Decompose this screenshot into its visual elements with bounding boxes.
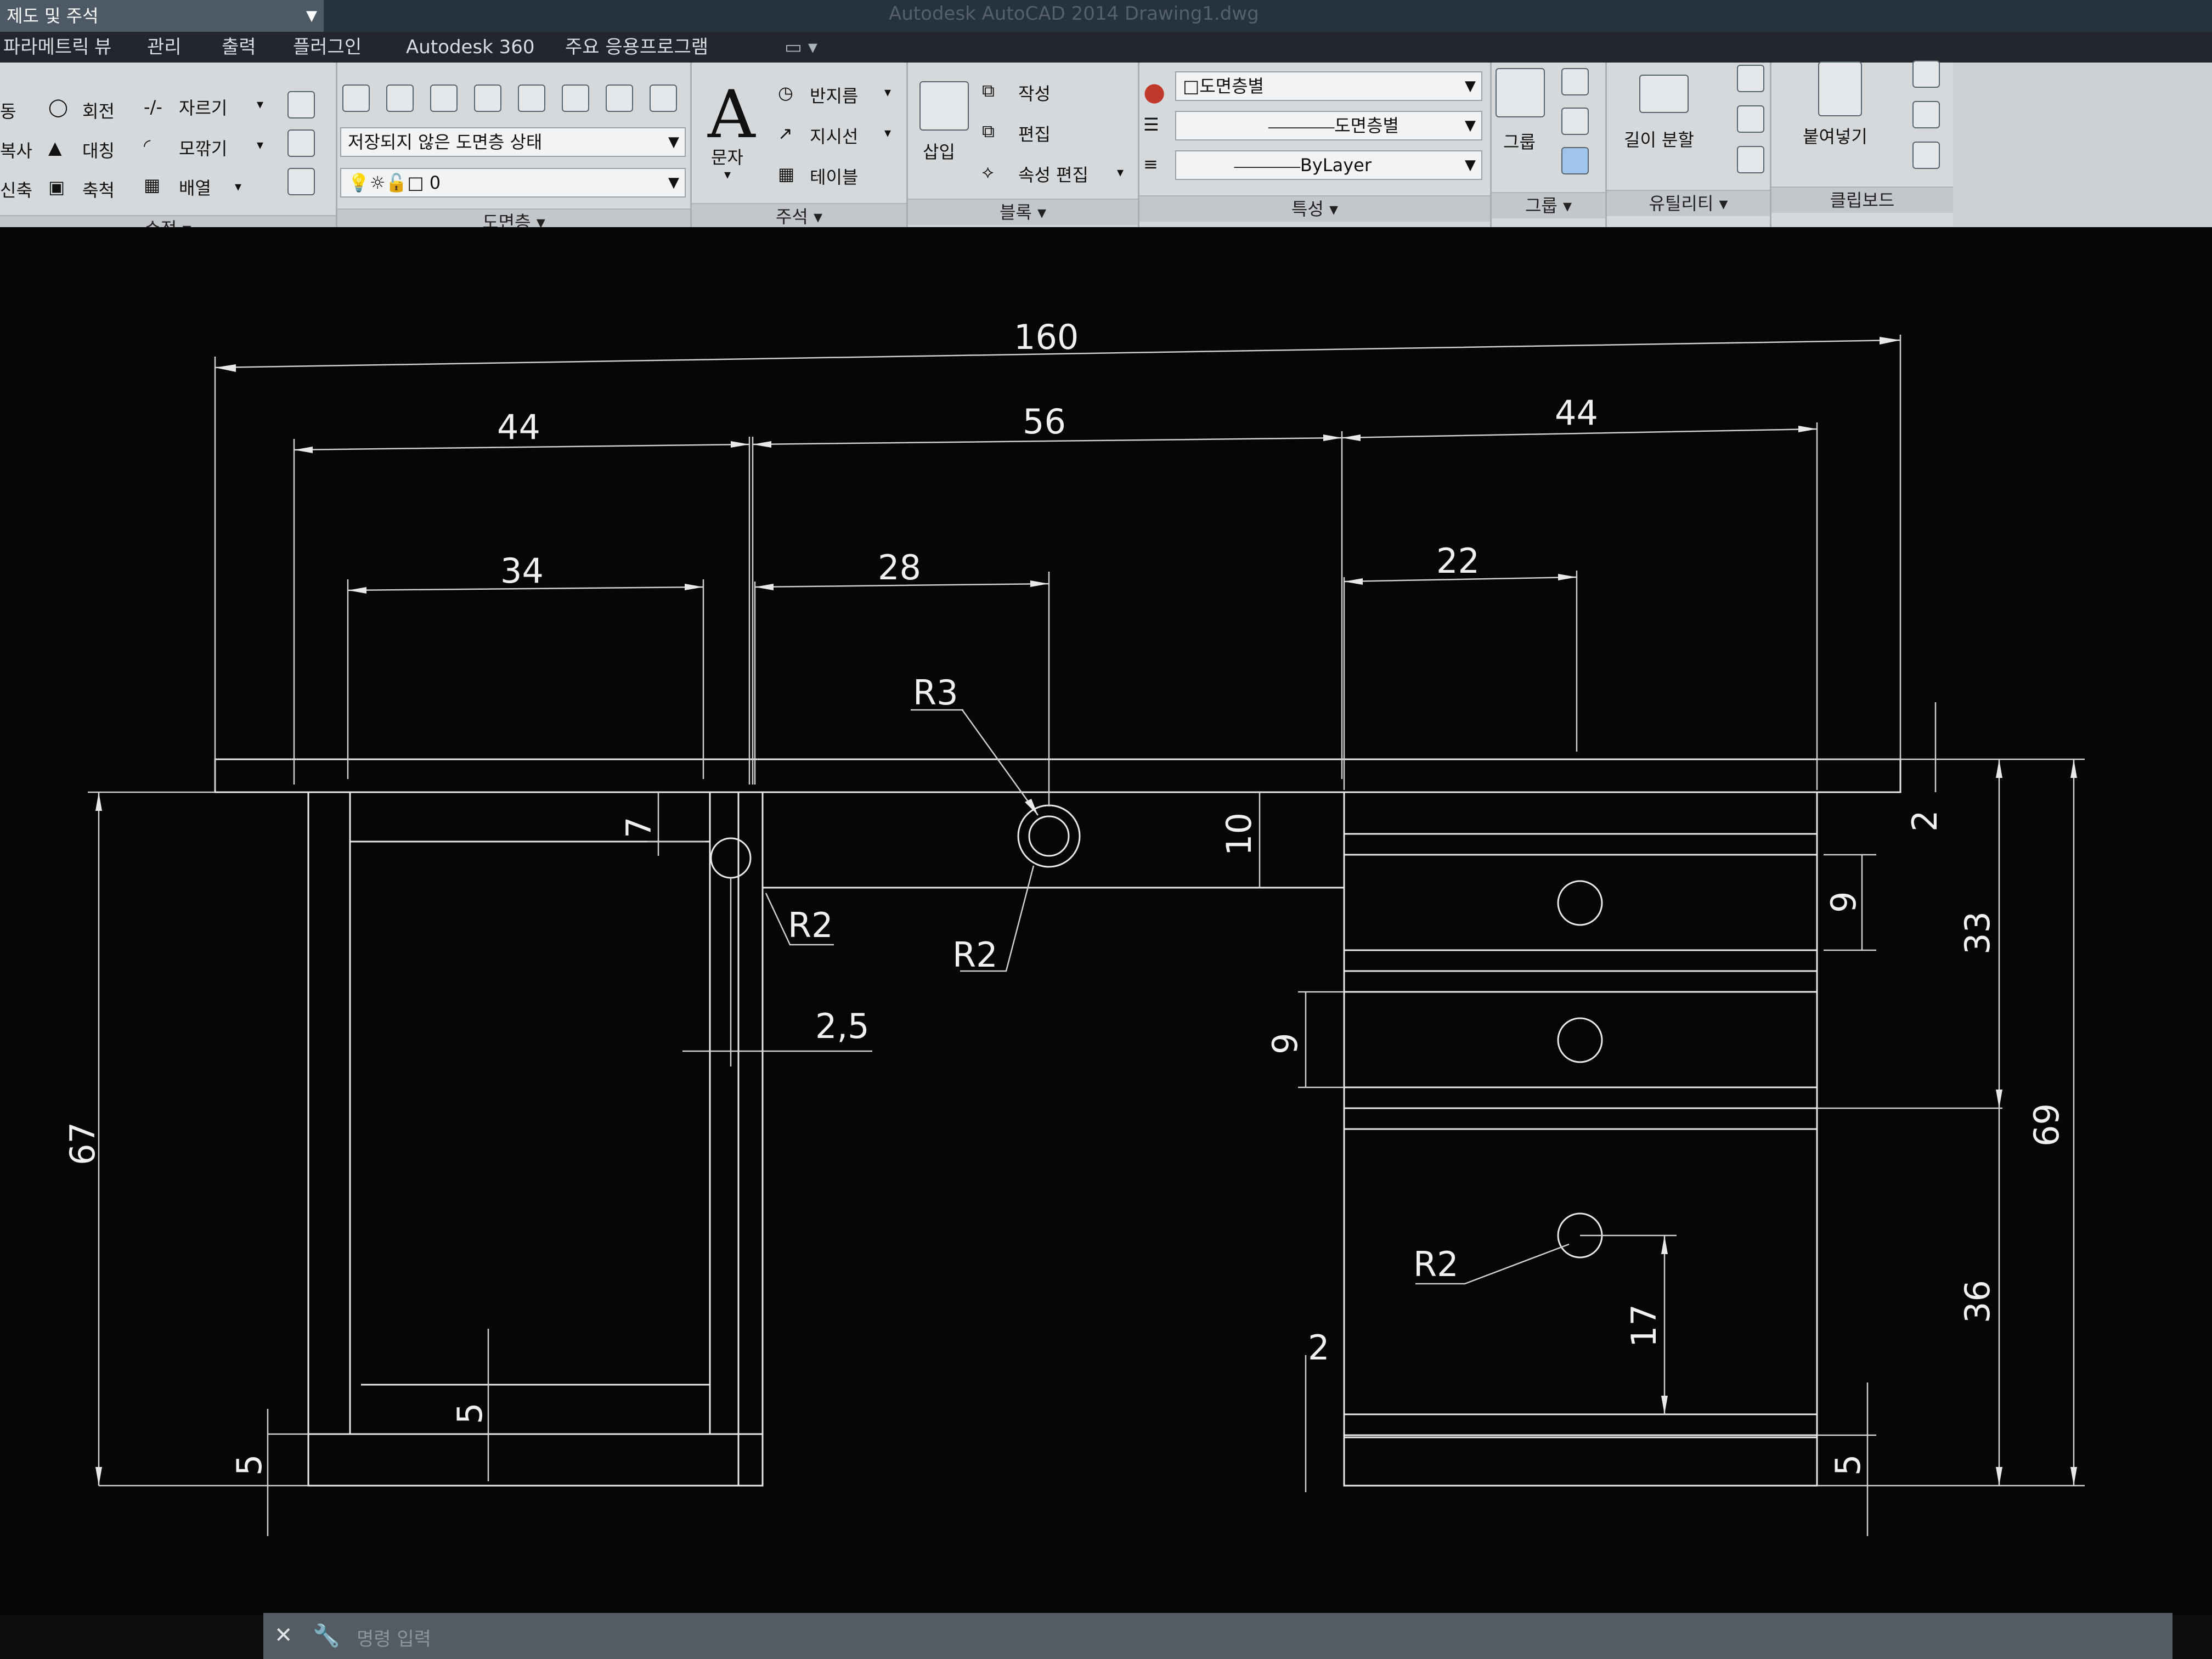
dim-left-44: 44 <box>497 407 540 447</box>
hole <box>1557 880 1603 926</box>
left-view-outer <box>307 791 764 1487</box>
label-r2-center: R2 <box>952 935 998 975</box>
command-line: ✕ 🔧 명령 입력 <box>263 1613 2172 1659</box>
dim-69: 69 <box>2027 1103 2067 1147</box>
dim-28: 28 <box>878 548 921 588</box>
dimension-lines <box>88 791 706 1536</box>
hole-r3-outer <box>1017 804 1081 868</box>
right-view-outer <box>1343 791 1818 1487</box>
cad-drawing[interactable]: 160 44 56 44 34 28 22 R3 R2 R2 R2 2,5 7 … <box>0 0 2212 1659</box>
top-plate <box>214 758 1901 793</box>
dim-22: 22 <box>1436 541 1480 581</box>
wrench-icon[interactable]: 🔧 <box>313 1623 340 1649</box>
dim-7: 7 <box>619 817 659 838</box>
label-r2-left: R2 <box>788 905 833 945</box>
label-r2-right: R2 <box>1413 1244 1459 1284</box>
dim-5-right: 5 <box>1828 1454 1868 1476</box>
hole <box>1557 1017 1603 1063</box>
dim-9-upper: 9 <box>1824 891 1864 913</box>
hole-r3-inner <box>1028 815 1070 857</box>
dimension-lines <box>215 339 1901 591</box>
dim-overall-160: 160 <box>1014 317 1079 357</box>
dimension-arrows <box>95 337 2077 1486</box>
label-r3: R3 <box>913 673 958 713</box>
dim-right-44: 44 <box>1555 393 1598 433</box>
dim-2-bottom: 2 <box>1308 1328 1329 1368</box>
command-input[interactable]: 명령 입력 <box>357 1624 431 1651</box>
dim-5-left-outer: 5 <box>229 1454 269 1476</box>
dim-10: 10 <box>1219 812 1259 856</box>
dim-67: 67 <box>63 1122 103 1165</box>
hole-r2 <box>710 837 752 879</box>
dim-33: 33 <box>1957 911 1997 955</box>
dim-2-right: 2 <box>1905 810 1945 832</box>
dim-34: 34 <box>500 551 544 591</box>
dim-17: 17 <box>1624 1304 1664 1347</box>
dimension-lines <box>1298 702 2085 1536</box>
close-icon[interactable]: ✕ <box>274 1623 293 1648</box>
dim-5-left-inner: 5 <box>450 1403 490 1424</box>
dim-2-5: 2,5 <box>815 1006 870 1046</box>
dim-9-lower: 9 <box>1265 1033 1305 1054</box>
leader-lines <box>765 709 1570 1285</box>
dim-mid-56: 56 <box>1023 402 1066 442</box>
dim-36: 36 <box>1957 1280 1997 1323</box>
